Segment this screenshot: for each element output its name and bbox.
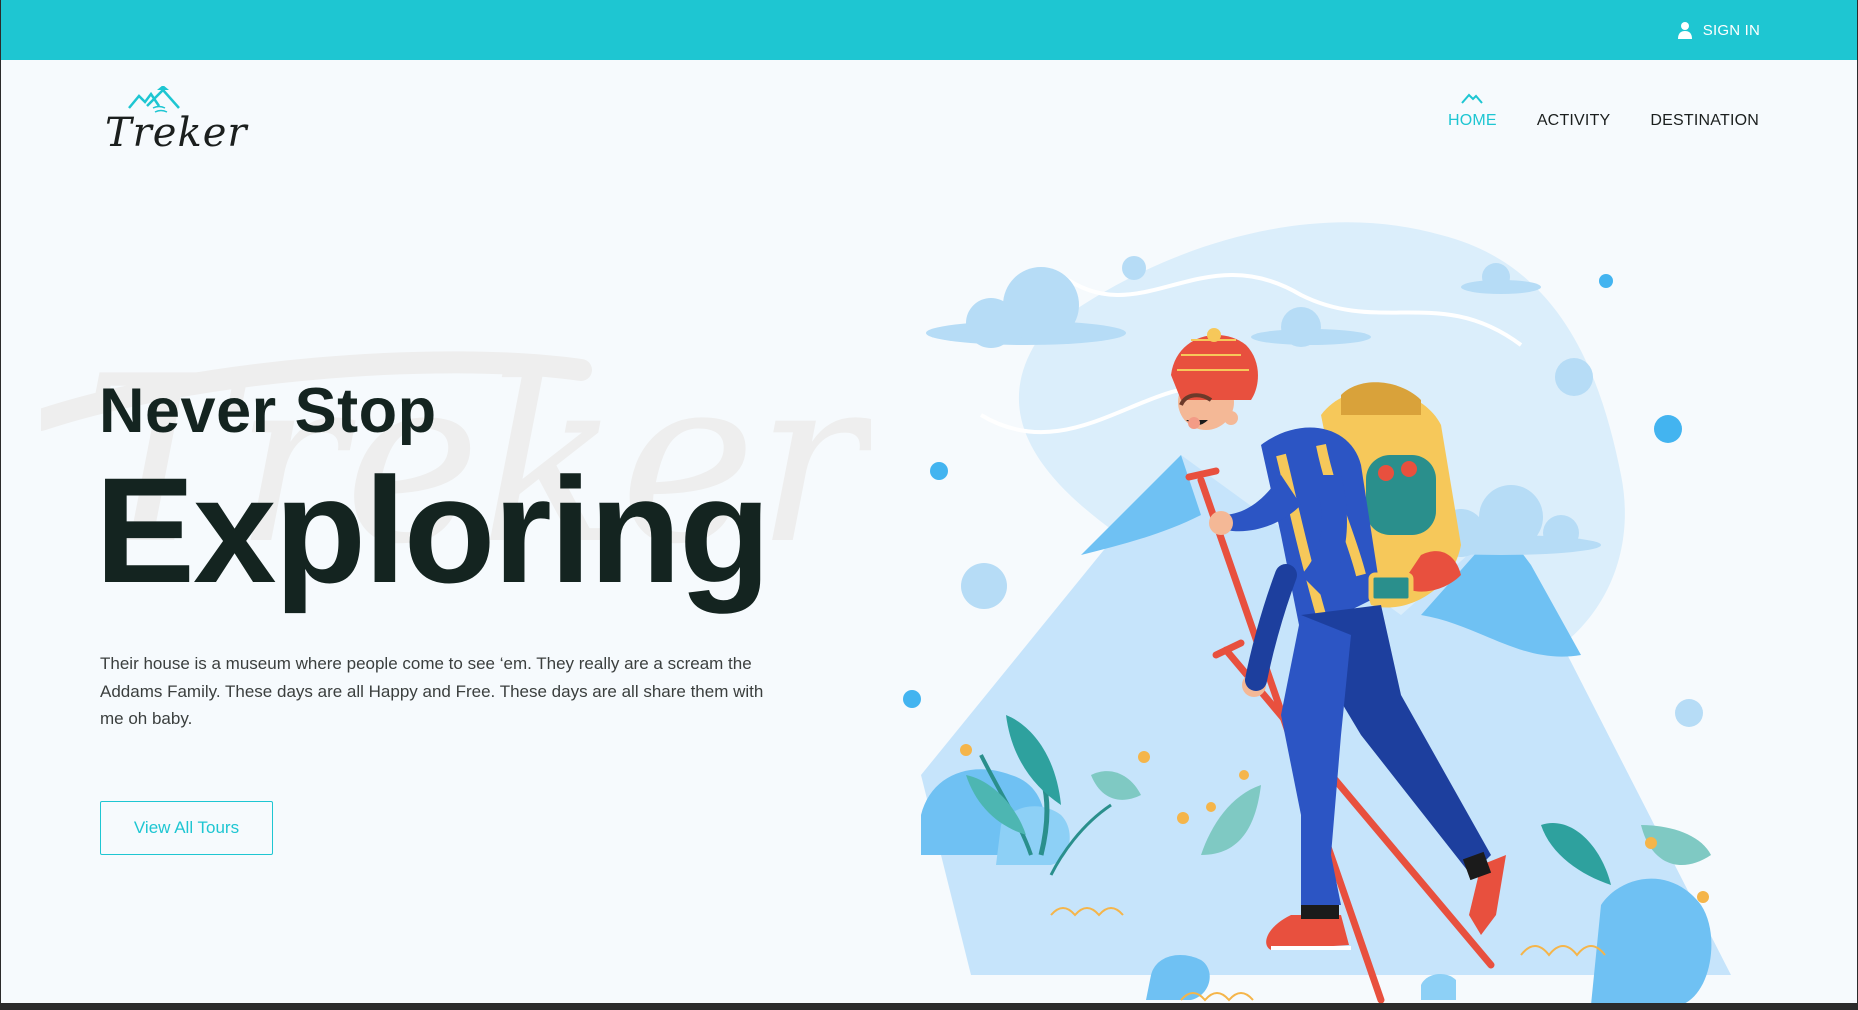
nav-label-activity: ACTIVITY bbox=[1536, 112, 1611, 129]
nav-item-activity[interactable]: ACTIVITY bbox=[1537, 112, 1611, 130]
hero-subtitle: Never Stop bbox=[99, 376, 437, 446]
view-all-tours-button[interactable]: View All Tours bbox=[100, 801, 273, 855]
hiker-illustration bbox=[903, 222, 1731, 1003]
sign-in-link[interactable]: SIGN IN bbox=[1677, 20, 1760, 40]
sign-in-label: SIGN IN bbox=[1702, 21, 1760, 39]
bottom-strip bbox=[0, 1003, 1858, 1010]
hero-description: Their house is a museum where people com… bbox=[100, 654, 764, 728]
mountain-mark-icon bbox=[1461, 93, 1484, 104]
nav-label-destination: DESTINATION bbox=[1650, 112, 1759, 129]
main-nav: HOME ACTIVITY DESTINATION bbox=[1448, 93, 1759, 130]
nav-label-home: HOME bbox=[1448, 112, 1497, 129]
page: SIGN IN Treker HOME ACTIVITY DESTINATION… bbox=[1, 0, 1857, 1003]
user-icon bbox=[1677, 22, 1692, 39]
nav-item-destination[interactable]: DESTINATION bbox=[1650, 112, 1759, 130]
nav-item-home[interactable]: HOME bbox=[1448, 93, 1497, 130]
logo-text: Treker bbox=[105, 110, 248, 156]
top-bar: SIGN IN bbox=[1, 0, 1857, 60]
logo[interactable]: Treker bbox=[99, 86, 247, 161]
hero-title: Exploring bbox=[95, 446, 771, 614]
